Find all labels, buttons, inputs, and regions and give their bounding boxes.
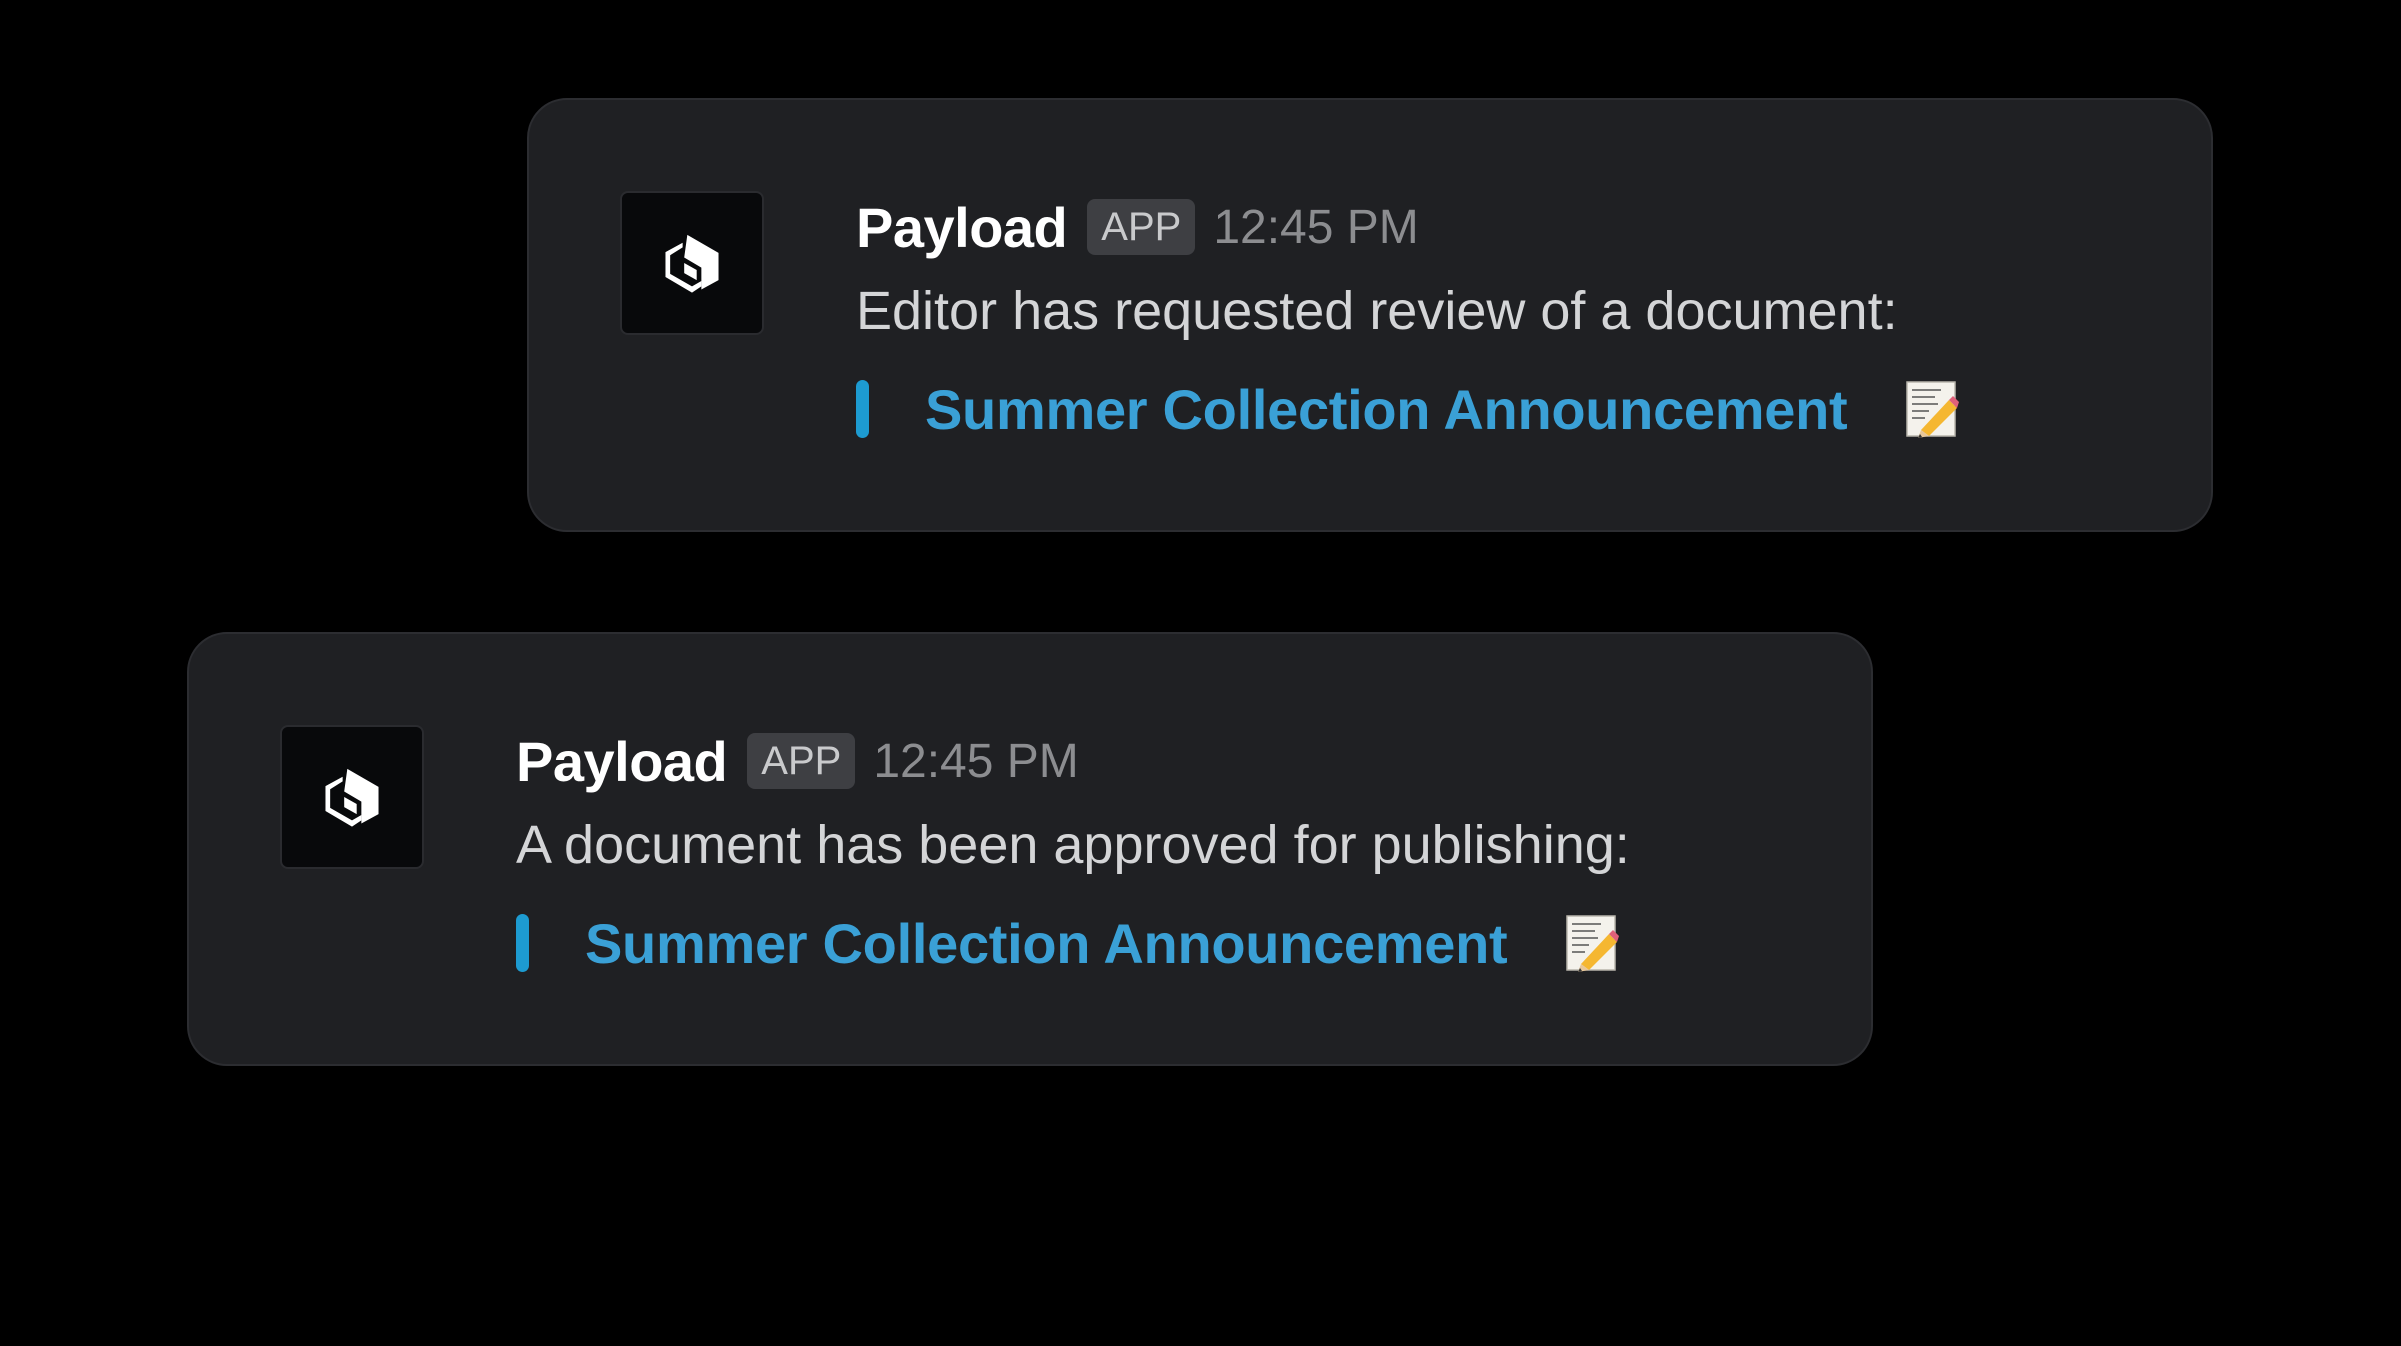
- message-text: Editor has requested review of a documen…: [856, 281, 1898, 341]
- message-header: Payload APP 12:45 PM: [856, 192, 2171, 262]
- payload-logo-icon: [325, 768, 379, 827]
- message-content: Payload APP 12:45 PM Editor has requeste…: [856, 192, 2171, 444]
- memo-icon: [1905, 380, 1960, 438]
- sender-name[interactable]: Payload: [856, 195, 1068, 260]
- timestamp[interactable]: 12:45 PM: [873, 734, 1078, 789]
- timestamp[interactable]: 12:45 PM: [1213, 200, 1418, 255]
- app-badge: APP: [747, 733, 856, 789]
- attachment-accent-bar: [856, 380, 869, 438]
- message-content: Payload APP 12:45 PM A document has been…: [516, 726, 1831, 978]
- sender-name[interactable]: Payload: [516, 729, 728, 794]
- document-link[interactable]: Summer Collection Announcement: [925, 377, 1848, 442]
- message-text: A document has been approved for publish…: [516, 815, 1630, 875]
- app-badge: APP: [1087, 199, 1196, 255]
- message-card: Payload APP 12:45 PM Editor has requeste…: [527, 98, 2213, 532]
- message-card: Payload APP 12:45 PM A document has been…: [187, 632, 1873, 1066]
- memo-icon: [1565, 914, 1620, 972]
- document-link[interactable]: Summer Collection Announcement: [585, 911, 1508, 976]
- notification-stage: Payload APP 12:45 PM Editor has requeste…: [0, 0, 2401, 1346]
- document-attachment: Summer Collection Announcement: [856, 374, 2171, 444]
- payload-logo-avatar[interactable]: [620, 191, 764, 335]
- message-header: Payload APP 12:45 PM: [516, 726, 1831, 796]
- document-attachment: Summer Collection Announcement: [516, 908, 1831, 978]
- payload-logo-avatar[interactable]: [280, 725, 424, 869]
- payload-logo-icon: [665, 234, 719, 293]
- attachment-accent-bar: [516, 914, 529, 972]
